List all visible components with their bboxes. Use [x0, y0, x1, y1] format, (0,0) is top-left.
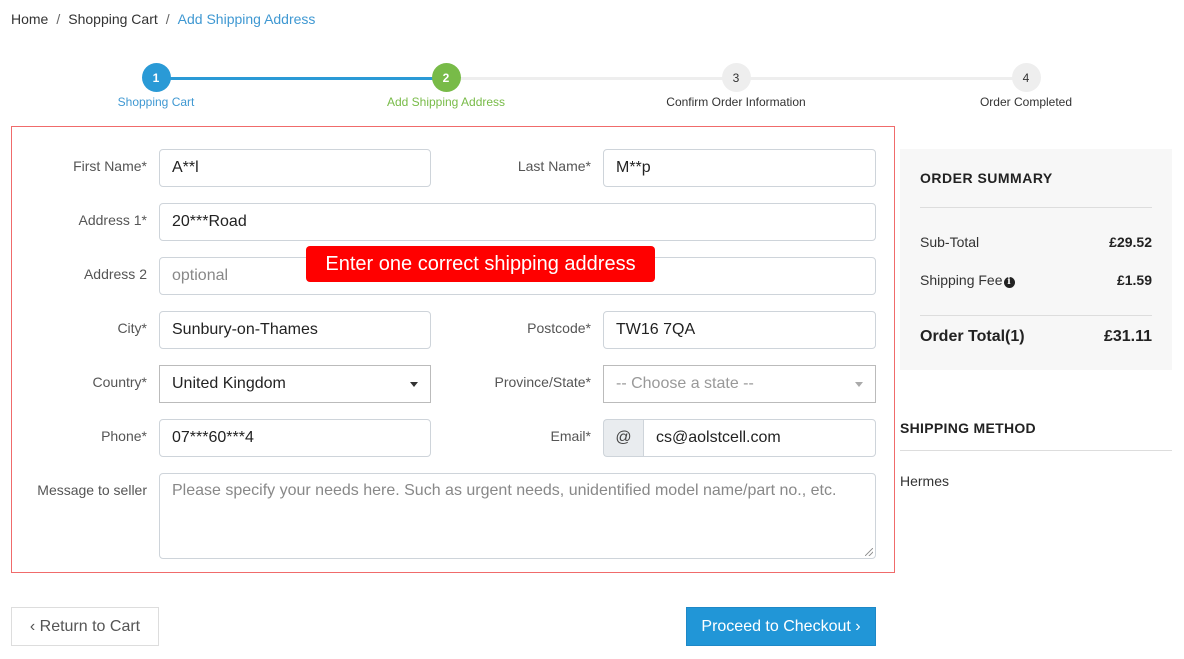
shipping-fee-value: £1.59 [1116, 272, 1152, 288]
order-summary-title: ORDER SUMMARY [920, 170, 1053, 186]
proceed-to-checkout-button[interactable]: Proceed to Checkout › [686, 607, 876, 646]
address1-input[interactable]: 20***Road [159, 203, 876, 241]
step-label: Order Completed [979, 95, 1073, 109]
step-shopping-cart: 1 Shopping Cart [56, 63, 256, 109]
step-add-shipping-address: 2 Add Shipping Address [346, 63, 546, 109]
message-textarea[interactable]: Please specify your needs here. Such as … [159, 473, 876, 559]
shipping-fee-row: Shipping Fee i £1.59 [920, 272, 1152, 288]
subtotal-label: Sub-Total [920, 234, 980, 250]
address1-label: Address 1* [78, 212, 147, 228]
breadcrumb-separator: / [165, 11, 170, 27]
state-label: Province/State* [494, 374, 592, 390]
email-input[interactable]: cs@aolstcell.com [643, 419, 876, 457]
step-number-circle: 1 [141, 63, 171, 92]
return-to-cart-button[interactable]: ‹ Return to Cart [11, 607, 159, 646]
divider [920, 207, 1152, 208]
city-input[interactable]: Sunbury-on-Thames [159, 311, 431, 349]
step-number-circle: 4 [1011, 63, 1041, 92]
city-label: City* [117, 320, 147, 336]
breadcrumb-separator: / [56, 11, 61, 27]
country-select-value: United Kingdom [172, 375, 286, 392]
first-name-input[interactable]: A**l [159, 149, 431, 187]
step-order-completed: 4 Order Completed [926, 63, 1126, 109]
shipping-method-value: Hermes [900, 473, 950, 489]
message-label: Message to seller [37, 482, 147, 498]
address2-label: Address 2 [83, 266, 147, 282]
order-total-row: Order Total(1) £31.11 [920, 328, 1152, 346]
country-label: Country* [92, 374, 147, 390]
phone-label: Phone* [101, 428, 147, 444]
step-label: Confirm Order Information [666, 95, 806, 109]
shipping-method-section: SHIPPING METHOD Hermes [900, 420, 1172, 489]
divider [900, 450, 1172, 451]
step-label: Shopping Cart [117, 95, 195, 109]
postcode-label: Postcode* [527, 320, 591, 336]
order-total-value: £31.11 [1103, 328, 1152, 345]
info-icon[interactable]: i [1003, 277, 1015, 288]
breadcrumb-current: Add Shipping Address [177, 11, 316, 27]
shipping-fee-label: Shipping Fee [920, 272, 1003, 288]
breadcrumb-home[interactable]: Home [11, 11, 48, 27]
step-label: Add Shipping Address [386, 95, 506, 109]
at-sign-icon: @ [603, 419, 643, 457]
state-select-placeholder: -- Choose a state -- [616, 375, 754, 392]
email-input-group: @ cs@aolstcell.com [603, 419, 876, 457]
last-name-input[interactable]: M**p [603, 149, 876, 187]
shipping-fee-label-group: Shipping Fee i [920, 272, 1015, 288]
postcode-input[interactable]: TW16 7QA [603, 311, 876, 349]
divider [920, 315, 1152, 316]
order-summary-panel: ORDER SUMMARY Sub-Total £29.52 Shipping … [900, 149, 1172, 370]
breadcrumb-shopping-cart[interactable]: Shopping Cart [68, 11, 158, 27]
chevron-down-icon [410, 382, 418, 387]
message-placeholder: Please specify your needs here. Such as … [172, 482, 837, 499]
last-name-label: Last Name* [517, 158, 591, 174]
step-number-circle: 3 [721, 63, 751, 92]
step-confirm-order: 3 Confirm Order Information [636, 63, 836, 109]
step-number-circle: 2 [431, 63, 461, 92]
chevron-down-icon [855, 382, 863, 387]
first-name-label: First Name* [73, 158, 147, 174]
shipping-method-title: SHIPPING METHOD [900, 420, 1036, 436]
state-select[interactable]: -- Choose a state -- [603, 365, 876, 403]
error-tooltip: Enter one correct shipping address [306, 246, 655, 282]
order-total-label: Order Total(1) [920, 328, 1025, 345]
subtotal-row: Sub-Total £29.52 [920, 234, 1152, 250]
breadcrumb: Home / Shopping Cart / Add Shipping Addr… [11, 11, 315, 27]
subtotal-value: £29.52 [1109, 234, 1152, 250]
resize-handle-icon[interactable] [865, 548, 873, 556]
email-label: Email* [550, 428, 591, 444]
phone-input[interactable]: 07***60***4 [159, 419, 431, 457]
country-select[interactable]: United Kingdom [159, 365, 431, 403]
